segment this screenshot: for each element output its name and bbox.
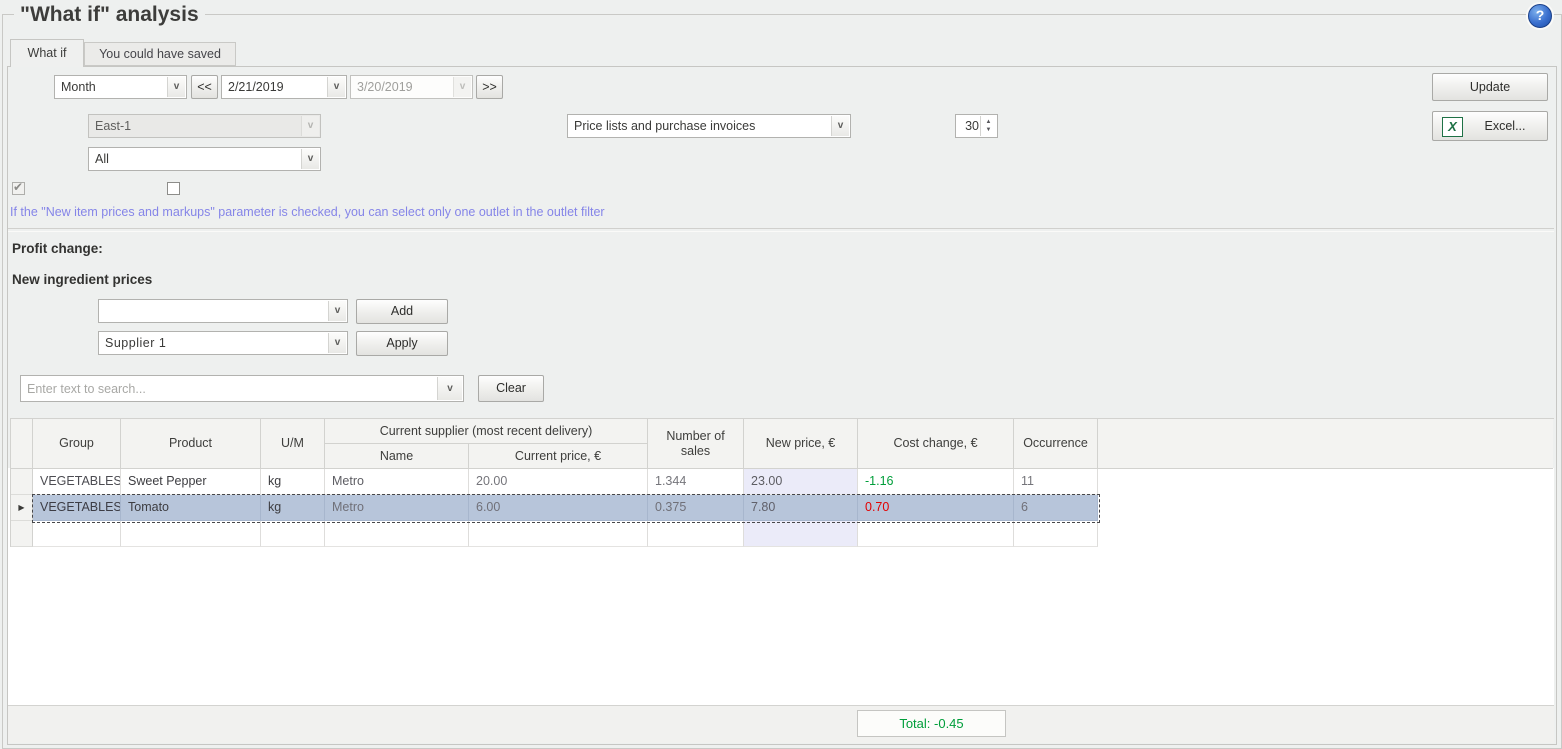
excel-icon: X <box>1442 117 1463 137</box>
excel-button[interactable]: X Excel... <box>1432 111 1548 141</box>
section-divider <box>8 228 1554 232</box>
date-from-select[interactable]: 2/21/2019 v <box>221 75 347 99</box>
row-indicator-cell[interactable] <box>11 521 33 547</box>
apply-prices-value: Supplier 1 <box>105 332 327 354</box>
cell-cost-change[interactable]: -1.16 <box>858 469 1014 495</box>
ingredient-prices-grid: Group Product U/M Current supplier (most… <box>10 418 1554 547</box>
excel-button-label: Excel... <box>1463 112 1547 140</box>
search-box[interactable]: v <box>20 375 464 402</box>
column-header-group[interactable]: Group <box>33 419 121 469</box>
sales-groups-select[interactable]: v <box>98 299 348 323</box>
date-to-value: 3/20/2019 <box>357 76 452 98</box>
grid-footer <box>8 705 1554 743</box>
chevron-down-icon[interactable]: v <box>327 77 345 97</box>
chevron-down-icon: v <box>301 116 319 136</box>
column-header-um[interactable]: U/M <box>261 419 325 469</box>
new-item-prices-checkbox[interactable] <box>167 182 180 195</box>
period-type-value: Month <box>61 76 166 98</box>
apply-button[interactable]: Apply <box>356 331 448 356</box>
outlets-select: East-1 v <box>88 114 321 138</box>
row-indicator-cell[interactable] <box>11 469 33 495</box>
column-header-cost-change[interactable]: Cost change, € <box>858 419 1014 469</box>
cell-number-of-sales[interactable]: 1.344 <box>648 469 744 495</box>
cell-supplier-name[interactable] <box>325 521 469 547</box>
chevron-down-icon[interactable]: v <box>437 377 462 400</box>
new-ingredient-prices-heading: New ingredient prices <box>12 272 152 287</box>
chevron-down-icon[interactable]: v <box>167 77 185 97</box>
cell-um[interactable] <box>261 521 325 547</box>
chevron-down-icon[interactable]: v <box>831 116 849 136</box>
cell-um[interactable]: kg <box>261 495 325 521</box>
column-header-occurrence[interactable]: Occurrence <box>1014 419 1098 469</box>
tab-you-could-have-saved[interactable]: You could have saved <box>84 42 236 66</box>
spin-down-icon[interactable]: ▼ <box>986 126 992 134</box>
cell-product[interactable]: Sweet Pepper <box>121 469 261 495</box>
row-indicator-cell[interactable]: ▶ <box>11 495 33 521</box>
next-period-button[interactable]: >> <box>476 75 503 99</box>
cell-current-price[interactable] <box>469 521 648 547</box>
date-to-select: 3/20/2019 v <box>350 75 473 99</box>
selected-row-marker-icon: ▶ <box>18 503 24 512</box>
column-header-product[interactable]: Product <box>121 419 261 469</box>
days-spinner[interactable]: 30 ▲▼ <box>955 114 998 138</box>
cell-cost-change[interactable] <box>858 521 1014 547</box>
cell-current-price[interactable]: 6.00 <box>469 495 648 521</box>
chevron-down-icon[interactable]: v <box>328 333 346 353</box>
outlets-value: East-1 <box>95 115 300 137</box>
column-header-name[interactable]: Name <box>325 444 469 469</box>
column-header-number-of-sales[interactable]: Number of sales <box>648 419 744 469</box>
data-source-select[interactable]: All v <box>88 147 321 171</box>
spin-up-icon[interactable]: ▲ <box>986 118 992 126</box>
cell-um[interactable]: kg <box>261 469 325 495</box>
chevron-down-icon[interactable]: v <box>301 149 319 169</box>
page-title: "What if" analysis <box>14 1 205 28</box>
data-source-value: All <box>95 148 300 170</box>
spinner-arrows-icon[interactable]: ▲▼ <box>980 116 996 136</box>
cell-occurrence[interactable]: 6 <box>1014 495 1098 521</box>
cell-number-of-sales[interactable] <box>648 521 744 547</box>
cell-group[interactable] <box>33 521 121 547</box>
cell-group[interactable]: VEGETABLES <box>33 469 121 495</box>
column-header-current-supplier[interactable]: Current supplier (most recent delivery) <box>325 419 648 444</box>
cell-current-price[interactable]: 20.00 <box>469 469 648 495</box>
column-header-new-price[interactable]: New price, € <box>744 419 858 469</box>
chevron-down-icon: v <box>453 77 471 97</box>
help-icon[interactable]: ? <box>1528 4 1552 28</box>
source-of-prices-select[interactable]: Price lists and purchase invoices v <box>567 114 851 138</box>
source-of-prices-value: Price lists and purchase invoices <box>574 115 830 137</box>
cell-supplier-name[interactable]: Metro <box>325 469 469 495</box>
chevron-down-icon[interactable]: v <box>328 301 346 321</box>
clear-button[interactable]: Clear <box>478 375 544 402</box>
cell-occurrence[interactable]: 11 <box>1014 469 1098 495</box>
update-button[interactable]: Update <box>1432 73 1548 101</box>
apply-prices-select[interactable]: Supplier 1 v <box>98 331 348 355</box>
period-type-select[interactable]: Month v <box>54 75 187 99</box>
cell-new-price[interactable]: 7.80 <box>744 495 858 521</box>
prev-period-button[interactable]: << <box>191 75 218 99</box>
cell-product[interactable] <box>121 521 261 547</box>
cell-occurrence[interactable] <box>1014 521 1098 547</box>
cell-new-price[interactable]: 23.00 <box>744 469 858 495</box>
profit-change-label: Profit change: <box>12 241 103 256</box>
cell-product[interactable]: Tomato <box>121 495 261 521</box>
cell-group[interactable]: VEGETABLES <box>33 495 121 521</box>
tab-what-if[interactable]: What if <box>10 39 84 67</box>
column-header-filler <box>1098 419 1553 469</box>
search-input[interactable] <box>21 376 449 401</box>
cell-new-price[interactable] <box>744 521 858 547</box>
cell-number-of-sales[interactable]: 0.375 <box>648 495 744 521</box>
hint-note: If the "New item prices and markups" par… <box>10 205 605 219</box>
days-value: 30 <box>956 115 979 137</box>
cost-change-total: Total: -0.45 <box>857 710 1006 737</box>
add-button[interactable]: Add <box>356 299 448 324</box>
column-header-current-price[interactable]: Current price, € <box>469 444 648 469</box>
row-indicator-header <box>11 419 33 469</box>
cell-supplier-name[interactable]: Metro <box>325 495 469 521</box>
cell-cost-change[interactable]: 0.70 <box>858 495 1014 521</box>
check-icon: ✔ <box>13 180 23 194</box>
date-from-value: 2/21/2019 <box>228 76 326 98</box>
new-ingredient-prices-checkbox: ✔ <box>12 182 25 195</box>
